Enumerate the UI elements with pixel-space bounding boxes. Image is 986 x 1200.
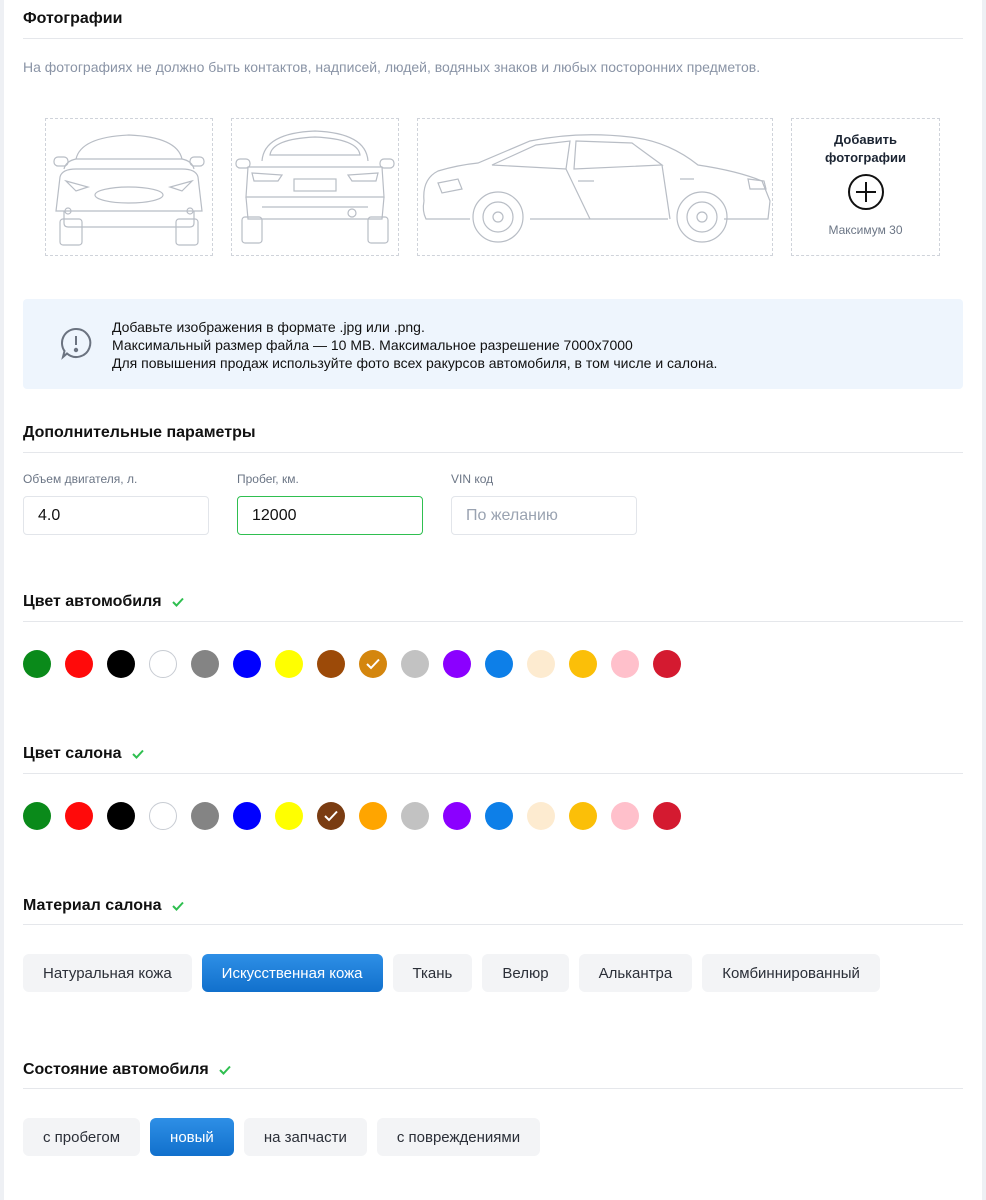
- car-color-swatch[interactable]: [275, 650, 303, 678]
- photos-title: Фотографии: [23, 10, 123, 27]
- interior-color-swatch[interactable]: [317, 802, 345, 830]
- check-icon: [324, 810, 338, 822]
- material-title: Материал салона: [23, 897, 184, 915]
- car-color-swatch[interactable]: [107, 650, 135, 678]
- car-color-swatch[interactable]: [653, 650, 681, 678]
- material-option[interactable]: Натуральная кожа: [23, 954, 192, 992]
- material-option[interactable]: Велюр: [482, 954, 569, 992]
- max-photos-label: Максимум 30: [828, 223, 903, 237]
- car-front-icon: [53, 134, 205, 246]
- mileage-label: Пробег, км.: [237, 472, 299, 486]
- material-option[interactable]: Искусственная кожа: [201, 954, 383, 992]
- car-color-divider: [23, 621, 963, 622]
- vin-input[interactable]: [451, 496, 637, 535]
- check-icon: [366, 658, 380, 670]
- car-color-swatches: [23, 650, 681, 678]
- car-color-swatch[interactable]: [233, 650, 261, 678]
- upload-info-box: Добавьте изображения в формате .jpg или …: [23, 299, 963, 389]
- car-color-swatch[interactable]: [443, 650, 471, 678]
- interior-color-swatch[interactable]: [149, 802, 177, 830]
- condition-options: с пробегом новый на запчасти с повреждениям…: [23, 1118, 541, 1156]
- mileage-input[interactable]: [237, 496, 423, 535]
- interior-color-swatch[interactable]: [65, 802, 93, 830]
- condition-option[interactable]: с пробегом: [23, 1118, 141, 1156]
- photos-note: На фотографиях не должно быть контактов,…: [23, 59, 761, 75]
- page-right-edge: [982, 0, 986, 1200]
- photo-slot-front[interactable]: [45, 118, 213, 256]
- condition-divider: [23, 1088, 963, 1089]
- material-option[interactable]: Комбиннированный: [702, 954, 880, 992]
- interior-color-swatch[interactable]: [569, 802, 597, 830]
- photos-divider: [23, 38, 963, 39]
- car-color-swatch[interactable]: [527, 650, 555, 678]
- interior-color-swatch[interactable]: [443, 802, 471, 830]
- interior-color-swatches: [23, 802, 681, 830]
- condition-option[interactable]: с повреждениями: [376, 1118, 541, 1156]
- page-left-edge: [0, 0, 4, 1200]
- car-color-swatch[interactable]: [317, 650, 345, 678]
- engine-volume-label: Объем двигателя, л.: [23, 472, 138, 486]
- extra-params-divider: [23, 452, 963, 453]
- photo-slot-side[interactable]: [417, 118, 773, 256]
- check-icon: [131, 749, 144, 759]
- condition-option[interactable]: новый: [150, 1118, 234, 1156]
- material-option[interactable]: Ткань: [392, 954, 473, 992]
- engine-volume-input[interactable]: [23, 496, 209, 535]
- material-option[interactable]: Алькантра: [578, 954, 693, 992]
- material-options: Натуральная кожа Искусственная кожа Ткань В…: [23, 954, 880, 992]
- car-color-swatch[interactable]: [65, 650, 93, 678]
- interior-color-swatch[interactable]: [485, 802, 513, 830]
- interior-color-swatch[interactable]: [233, 802, 261, 830]
- condition-title: Состояние автомобиля: [23, 1061, 231, 1079]
- add-photo-title: Добавить фотографии: [825, 132, 906, 165]
- car-color-swatch[interactable]: [191, 650, 219, 678]
- photo-slot-rear[interactable]: [231, 118, 399, 256]
- interior-color-swatch[interactable]: [527, 802, 555, 830]
- interior-color-swatch[interactable]: [401, 802, 429, 830]
- interior-color-swatch[interactable]: [191, 802, 219, 830]
- car-color-swatch[interactable]: [359, 650, 387, 678]
- plus-circle-icon: [847, 174, 884, 210]
- interior-color-swatch[interactable]: [23, 802, 51, 830]
- car-color-title: Цвет автомобиля: [23, 593, 184, 611]
- info-text: Добавьте изображения в формате .jpg или …: [112, 318, 717, 372]
- check-icon: [219, 1065, 231, 1075]
- alert-bubble-icon: [61, 327, 92, 360]
- car-color-swatch[interactable]: [485, 650, 513, 678]
- info-line-formats: Добавьте изображения в формате .jpg или …: [112, 319, 425, 335]
- info-line-size: Максимальный размер файла — 10 MB. Макси…: [112, 337, 633, 353]
- condition-option[interactable]: на запчасти: [243, 1118, 367, 1156]
- extra-params-title: Дополнительные параметры: [23, 424, 256, 441]
- interior-color-swatch[interactable]: [359, 802, 387, 830]
- interior-color-swatch[interactable]: [107, 802, 135, 830]
- check-icon: [171, 597, 184, 607]
- car-rear-icon: [235, 130, 395, 244]
- check-icon: [171, 901, 184, 911]
- car-color-swatch[interactable]: [149, 650, 177, 678]
- interior-color-divider: [23, 773, 963, 774]
- interior-color-swatch[interactable]: [275, 802, 303, 830]
- car-color-swatch[interactable]: [611, 650, 639, 678]
- material-divider: [23, 924, 963, 925]
- add-photo-button[interactable]: Добавить фотографии Максимум 30: [791, 118, 940, 256]
- car-color-swatch[interactable]: [569, 650, 597, 678]
- interior-color-swatch[interactable]: [653, 802, 681, 830]
- car-color-swatch[interactable]: [23, 650, 51, 678]
- car-side-icon: [422, 134, 771, 243]
- interior-color-swatch[interactable]: [611, 802, 639, 830]
- interior-color-title: Цвет салона: [23, 745, 144, 763]
- vin-label: VIN код: [451, 472, 494, 486]
- car-color-swatch[interactable]: [401, 650, 429, 678]
- info-line-tip: Для повышения продаж используйте фото вс…: [112, 355, 718, 371]
